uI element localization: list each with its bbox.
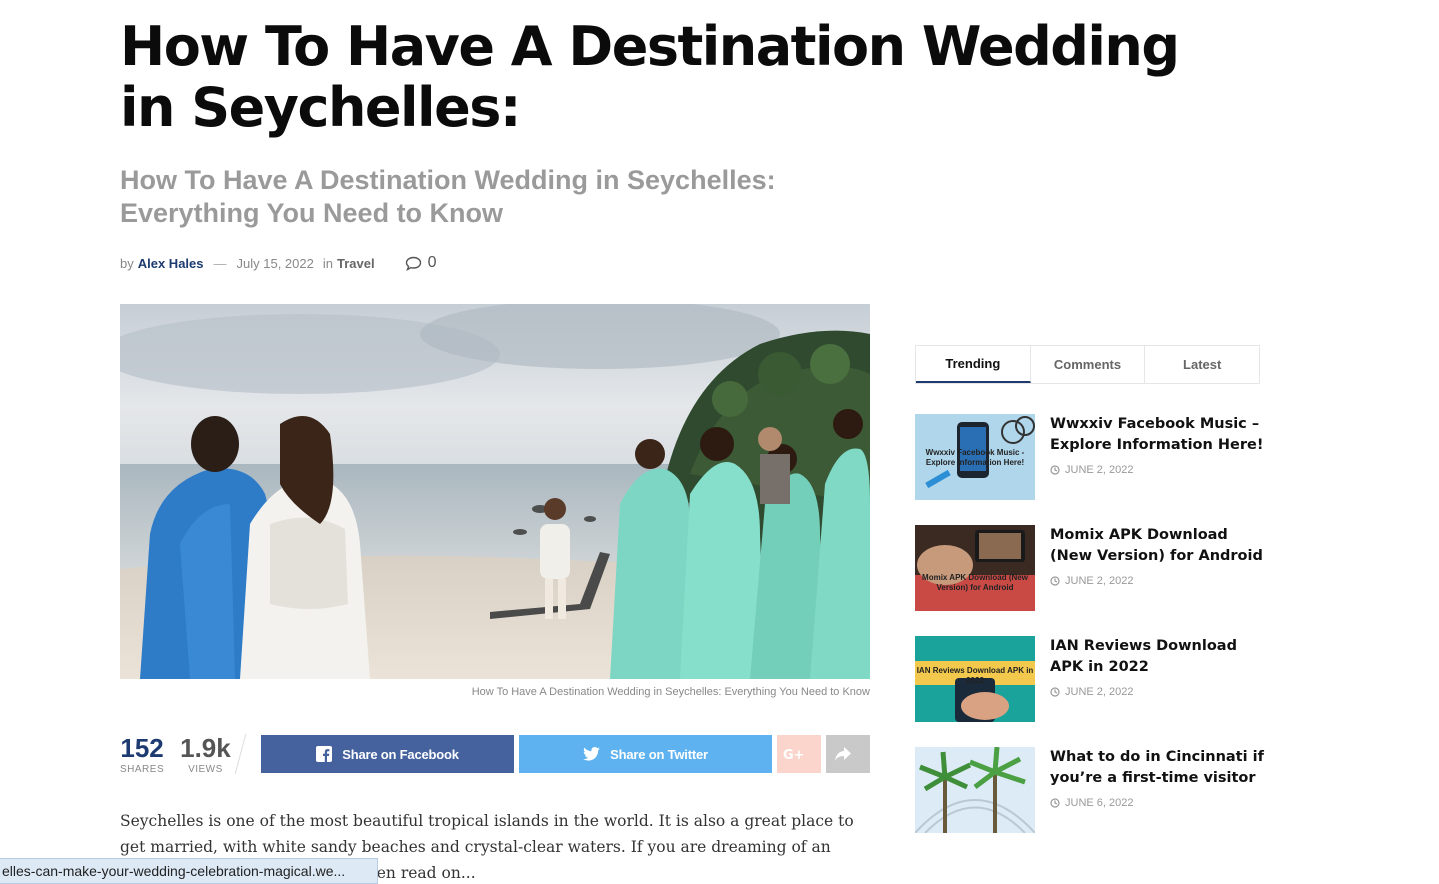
share-arrow-icon	[835, 747, 851, 761]
thumbnail-caption: Wwxxiv Facebook Music - Explore Informat…	[925, 448, 1025, 467]
stats-divider	[234, 734, 247, 774]
clock-icon	[1050, 465, 1060, 475]
by-label: by	[120, 255, 134, 271]
share-twitter-button[interactable]: Share on Twitter	[519, 735, 772, 773]
list-item[interactable]: IAN Reviews Download APK in 2022 IAN Rev…	[915, 636, 1260, 722]
post-thumbnail[interactable]: IAN Reviews Download APK in 2022	[915, 636, 1035, 722]
share-more-button[interactable]	[826, 735, 870, 773]
palm-trees-thumbnail	[915, 747, 1035, 833]
clock-icon	[1050, 687, 1060, 697]
wedding-beach-photo	[120, 304, 870, 679]
share-stats: 152 SHARES 1.9k VIEWS	[120, 734, 231, 775]
list-item[interactable]: What to do in Cincinnati if you’re a fir…	[915, 747, 1264, 833]
views-label: VIEWS	[188, 764, 223, 775]
shares-count: 152	[120, 733, 164, 763]
post-thumbnail[interactable]: Wwxxiv Facebook Music - Explore Informat…	[915, 414, 1035, 500]
image-caption: How To Have A Destination Wedding in Sey…	[471, 686, 870, 698]
share-facebook-button[interactable]: Share on Facebook	[261, 735, 514, 773]
post-thumbnail[interactable]	[915, 747, 1035, 833]
in-label: in	[322, 255, 333, 271]
comments-link[interactable]: 0	[405, 254, 437, 272]
browser-status-url: elles-can-make-your-wedding-celebration-…	[0, 858, 378, 884]
featured-image	[120, 304, 870, 679]
phone-hand-thumbnail	[915, 525, 1035, 611]
author-link[interactable]: Alex Hales	[138, 256, 204, 271]
list-item[interactable]: Wwxxiv Facebook Music - Explore Informat…	[915, 414, 1263, 500]
publish-date: July 15, 2022	[236, 255, 314, 271]
post-title[interactable]: IAN Reviews Download APK in 2022	[1050, 636, 1265, 678]
meta-separator: —	[213, 255, 227, 271]
shares-stat: 152 SHARES	[120, 734, 164, 775]
post-date-text: JUNE 2, 2022	[1065, 575, 1134, 587]
thumbnail-caption: Momix APK Download (New Version) for And…	[922, 573, 1028, 592]
google-plus-icon: G+	[783, 748, 804, 761]
clock-icon	[1050, 576, 1060, 586]
tab-trending[interactable]: Trending	[916, 346, 1031, 383]
views-count: 1.9k	[180, 733, 231, 763]
share-google-plus-button[interactable]: G+	[777, 735, 821, 773]
page-title: How To Have A Destination Wedding in Sey…	[120, 15, 1180, 139]
share-facebook-label: Share on Facebook	[342, 746, 459, 762]
tab-latest[interactable]: Latest	[1145, 346, 1259, 383]
views-stat: 1.9k VIEWS	[180, 734, 231, 775]
shares-label: SHARES	[120, 764, 165, 775]
thumbnail-caption: IAN Reviews Download APK in 2022	[916, 666, 1034, 685]
sidebar-tabs: Trending Comments Latest	[915, 345, 1260, 384]
post-date: JUNE 2, 2022	[1050, 575, 1133, 587]
clock-icon	[1050, 798, 1060, 808]
comment-icon	[405, 256, 421, 271]
post-date-text: JUNE 6, 2022	[1065, 797, 1134, 809]
svg-text:G+: G+	[783, 748, 804, 761]
tab-comments[interactable]: Comments	[1031, 346, 1146, 383]
twitter-icon	[583, 747, 601, 761]
list-item[interactable]: Momix APK Download (New Version) for And…	[915, 525, 1263, 611]
post-date-text: JUNE 2, 2022	[1065, 464, 1134, 476]
article-subtitle: How To Have A Destination Wedding in Sey…	[120, 165, 776, 228]
category-link[interactable]: Travel	[337, 256, 375, 271]
post-date: JUNE 2, 2022	[1050, 464, 1133, 476]
comment-count: 0	[427, 254, 437, 271]
article-meta: by Alex Hales — July 15, 2022 in Travel …	[120, 253, 436, 273]
post-date-text: JUNE 2, 2022	[1065, 686, 1134, 698]
post-thumbnail[interactable]: Momix APK Download (New Version) for And…	[915, 525, 1035, 611]
share-twitter-label: Share on Twitter	[610, 746, 708, 762]
post-title[interactable]: Momix APK Download (New Version) for And…	[1050, 525, 1265, 567]
post-date: JUNE 6, 2022	[1050, 797, 1133, 809]
post-title[interactable]: Wwxxiv Facebook Music – Explore Informat…	[1050, 414, 1265, 456]
post-title[interactable]: What to do in Cincinnati if you’re a fir…	[1050, 747, 1265, 789]
post-date: JUNE 2, 2022	[1050, 686, 1133, 698]
facebook-icon	[316, 746, 333, 762]
